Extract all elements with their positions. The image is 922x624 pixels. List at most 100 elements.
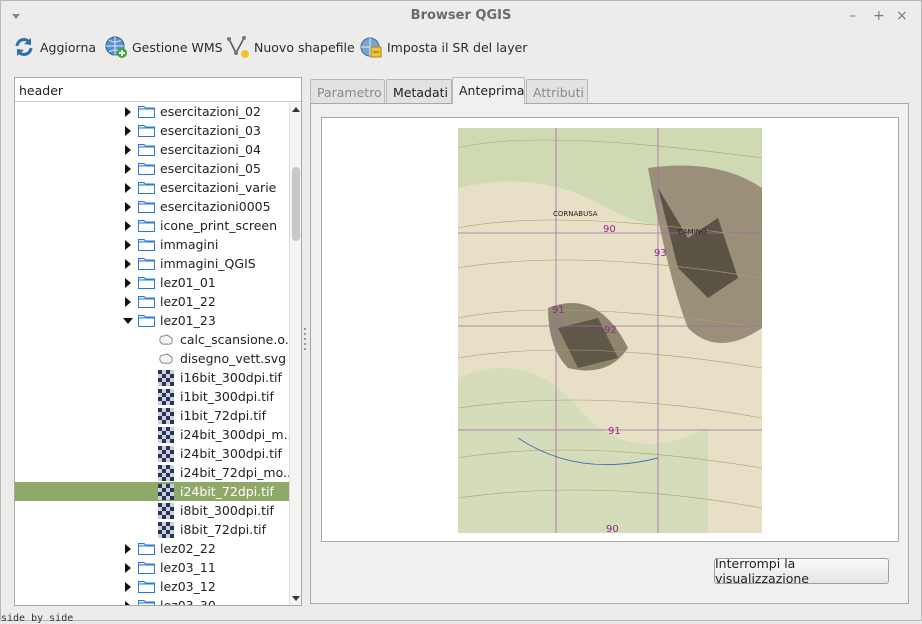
folder-icon <box>138 258 155 270</box>
expand-arrow-icon[interactable] <box>125 183 131 193</box>
maximize-icon[interactable]: + <box>873 8 885 24</box>
tree-file-row[interactable]: i8bit_300dpi.tif <box>15 501 289 520</box>
raster-icon <box>158 446 174 462</box>
expand-arrow-icon[interactable] <box>125 297 131 307</box>
minimize-icon[interactable]: – <box>849 8 856 24</box>
set-crs-label: Imposta il SR del layer <box>387 39 528 55</box>
map-label: 90 <box>603 224 616 235</box>
globe-add-icon <box>105 36 127 58</box>
close-icon[interactable]: × <box>896 8 908 24</box>
tree-folder-row[interactable]: icone_print_screen <box>15 216 289 235</box>
tree-folder-row[interactable]: esercitazioni_05 <box>15 159 289 178</box>
tree-item-label: i16bit_300dpi.tif <box>180 370 282 385</box>
tab-attributi[interactable]: Attributi <box>526 79 588 104</box>
folder-icon <box>138 182 155 194</box>
window-title: Browser QGIS <box>410 8 512 23</box>
tab-parametro[interactable]: Parametro <box>310 79 385 104</box>
vector-icon <box>159 353 173 364</box>
tree-file-row[interactable]: i24bit_72dpi_mo... <box>15 463 289 482</box>
tree-folder-row[interactable]: lez01_22 <box>15 292 289 311</box>
folder-icon <box>138 144 155 156</box>
tree-folder-row[interactable]: esercitazioni_02 <box>15 103 289 121</box>
tab-anteprima[interactable]: Anteprima <box>452 77 525 104</box>
expand-arrow-icon[interactable] <box>125 601 131 605</box>
folder-icon <box>138 315 155 327</box>
splitter-handle[interactable] <box>304 328 307 352</box>
tree-item-label: i8bit_72dpi.tif <box>180 522 266 537</box>
tree-file-row[interactable]: i24bit_72dpi.tif <box>15 482 289 501</box>
tree-folder-row[interactable]: lez01_23 <box>15 311 289 330</box>
expand-arrow-icon[interactable] <box>125 544 131 554</box>
tree-file-row[interactable]: i1bit_300dpi.tif <box>15 387 289 406</box>
raster-icon <box>158 522 174 538</box>
qgis-browser-window: Browser QGIS – + × Aggiorna Gestione WMS <box>0 0 922 624</box>
tree-scrollbar[interactable] <box>289 103 301 605</box>
tree-folder-row[interactable]: lez03_12 <box>15 577 289 596</box>
tree-folder-row[interactable]: lez03_30 <box>15 596 289 605</box>
expand-arrow-icon[interactable] <box>125 202 131 212</box>
tree-folder-row[interactable]: esercitazioni_03 <box>15 121 289 140</box>
expand-arrow-icon[interactable] <box>125 145 131 155</box>
search-input[interactable]: header <box>15 78 301 102</box>
set-crs-button[interactable]: Imposta il SR del layer <box>359 34 527 60</box>
scroll-thumb[interactable] <box>292 167 300 241</box>
tree-folder-row[interactable]: lez03_11 <box>15 558 289 577</box>
tree-file-row[interactable]: i24bit_300dpi_m... <box>15 425 289 444</box>
scroll-up-icon[interactable] <box>292 107 300 112</box>
tree-file-row[interactable]: calc_scansione.o... <box>15 330 289 349</box>
tree-item-label: i8bit_300dpi.tif <box>180 503 274 518</box>
preview-area: 90 91 92 93 91 90 CAMINO CORNABUSA <box>321 117 899 542</box>
tab-metadati[interactable]: Metadati <box>386 79 452 104</box>
expand-arrow-icon[interactable] <box>125 221 131 231</box>
tree-file-row[interactable]: i24bit_300dpi.tif <box>15 444 289 463</box>
expand-arrow-icon[interactable] <box>125 582 131 592</box>
preview-panel: 90 91 92 93 91 90 CAMINO CORNABUSA Inter… <box>310 103 909 604</box>
tree-item-label: lez02_22 <box>160 541 216 556</box>
refresh-button[interactable]: Aggiorna <box>12 34 96 60</box>
raster-icon <box>158 503 174 519</box>
tree-folder-row[interactable]: esercitazioni0005 <box>15 197 289 216</box>
browser-panel: header esercitazioni_02 esercitazioni_03 e… <box>14 77 302 606</box>
scroll-down-icon[interactable] <box>292 596 300 601</box>
map-label: CORNABUSA <box>553 210 598 218</box>
raster-icon <box>158 427 174 443</box>
map-preview-image: 90 91 92 93 91 90 CAMINO CORNABUSA <box>458 128 762 533</box>
tree-folder-row[interactable]: immagini_QGIS <box>15 254 289 273</box>
expand-arrow-icon[interactable] <box>125 259 131 269</box>
wms-button[interactable]: Gestione WMS <box>104 34 223 60</box>
tree-file-row[interactable]: disegno_vett.svg <box>15 349 289 368</box>
tree-file-row[interactable]: i16bit_300dpi.tif <box>15 368 289 387</box>
expand-arrow-icon[interactable] <box>125 107 131 117</box>
tree-folder-row[interactable]: lez02_22 <box>15 539 289 558</box>
tree-folder-row[interactable]: esercitazioni_varie <box>15 178 289 197</box>
collapse-arrow-icon[interactable] <box>123 318 133 324</box>
new-shapefile-button[interactable]: Nuovo shapefile <box>226 34 355 60</box>
tree-folder-row[interactable]: lez01_01 <box>15 273 289 292</box>
raster-icon <box>158 465 174 481</box>
tree-file-row[interactable]: i1bit_72dpi.tif <box>15 406 289 425</box>
tree-item-label: esercitazioni_02 <box>160 104 261 119</box>
tree-folder-row[interactable]: esercitazioni_04 <box>15 140 289 159</box>
refresh-icon <box>15 38 33 56</box>
tree-item-label: lez01_23 <box>160 313 216 328</box>
folder-icon <box>138 201 155 213</box>
tree-item-label: lez01_01 <box>160 275 216 290</box>
tree-item-label: i1bit_72dpi.tif <box>180 408 266 423</box>
expand-arrow-icon[interactable] <box>125 240 131 250</box>
tree-folder-row[interactable]: immagini <box>15 235 289 254</box>
map-label: 92 <box>604 325 617 336</box>
tree-item-label: esercitazioni_varie <box>160 180 277 195</box>
tree-file-row[interactable]: i8bit_72dpi.tif <box>15 520 289 539</box>
folder-icon <box>138 277 155 289</box>
stop-rendering-button[interactable]: Interrompi la visualizzazione <box>714 556 889 586</box>
crs-icon <box>360 37 382 58</box>
raster-icon <box>158 370 174 386</box>
expand-arrow-icon[interactable] <box>125 278 131 288</box>
tree-item-label: disegno_vett.svg <box>180 351 287 366</box>
expand-arrow-icon[interactable] <box>125 563 131 573</box>
expand-arrow-icon[interactable] <box>125 164 131 174</box>
expand-arrow-icon[interactable] <box>125 126 131 136</box>
map-label: 91 <box>608 426 621 437</box>
tree-item-label: i24bit_300dpi_m... <box>180 427 289 442</box>
tree-item-label: icone_print_screen <box>160 218 278 233</box>
